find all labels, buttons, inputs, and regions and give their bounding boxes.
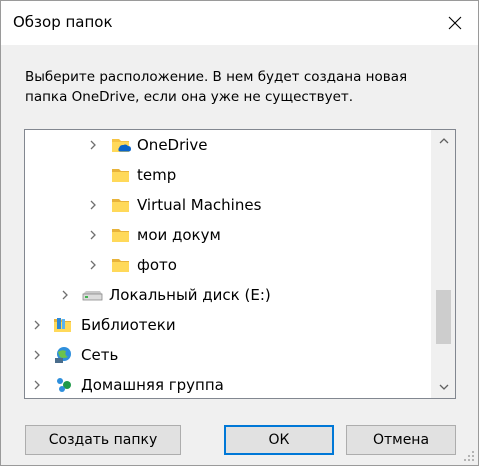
chevron-right-icon[interactable] xyxy=(87,229,99,241)
folder-icon xyxy=(111,196,133,214)
tree-item-my-documents[interactable]: мои докум xyxy=(25,220,431,250)
cancel-button[interactable]: Отмена xyxy=(346,425,456,455)
folder-tree-rows: OneDrive temp Virtual Machines мои докум… xyxy=(25,130,431,398)
scroll-thumb[interactable] xyxy=(436,290,451,344)
folder-icon xyxy=(111,256,133,274)
tree-item-label: Сеть xyxy=(81,346,119,364)
chevron-right-icon[interactable] xyxy=(31,349,43,361)
tree-item-local-disk-e[interactable]: Локальный диск (E:) xyxy=(25,280,431,310)
folder-icon xyxy=(111,166,133,184)
tree-item-label: Локальный диск (E:) xyxy=(109,286,271,304)
resize-grip-icon[interactable] xyxy=(463,450,475,462)
chevron-right-icon[interactable] xyxy=(87,139,99,151)
chevron-right-icon[interactable] xyxy=(87,199,99,211)
tree-item-label: OneDrive xyxy=(137,136,208,154)
chevron-right-icon[interactable] xyxy=(31,379,43,391)
chevron-right-icon[interactable] xyxy=(59,289,71,301)
title-bar: Обзор папок xyxy=(1,1,478,45)
make-new-folder-button[interactable]: Создать папку xyxy=(25,425,181,455)
folder-tree[interactable]: OneDrive temp Virtual Machines мои докум… xyxy=(24,129,456,399)
onedrive-folder-icon xyxy=(111,136,133,154)
close-button[interactable] xyxy=(432,1,478,45)
folder-icon xyxy=(111,226,133,244)
scroll-up-button[interactable] xyxy=(432,130,455,152)
tree-item-homegroup[interactable]: Домашняя группа xyxy=(25,370,431,398)
tree-item-network[interactable]: Сеть xyxy=(25,340,431,370)
chevron-right-icon[interactable] xyxy=(87,259,99,271)
tree-item-onedrive[interactable]: OneDrive xyxy=(25,130,431,160)
network-icon xyxy=(53,346,75,364)
tree-item-label: temp xyxy=(137,166,177,184)
browse-folders-dialog: Обзор папок Выберите расположение. В нем… xyxy=(0,0,479,466)
tree-item-virtual-machines[interactable]: Virtual Machines xyxy=(25,190,431,220)
chevron-right-icon[interactable] xyxy=(31,319,43,331)
homegroup-icon xyxy=(53,376,75,394)
tree-item-label: Библиотеки xyxy=(81,316,176,334)
vertical-scrollbar[interactable] xyxy=(431,130,455,398)
chevron-down-icon xyxy=(439,384,449,390)
scroll-down-button[interactable] xyxy=(432,376,455,398)
close-icon xyxy=(448,16,462,30)
tree-item-label: Домашняя группа xyxy=(81,376,224,394)
tree-item-label: Virtual Machines xyxy=(137,196,262,214)
libraries-icon xyxy=(53,316,75,334)
tree-item-label: мои докум xyxy=(137,226,221,244)
tree-item-libraries[interactable]: Библиотеки xyxy=(25,310,431,340)
window-title: Обзор папок xyxy=(13,13,113,31)
chevron-up-icon xyxy=(439,138,449,144)
dialog-description: Выберите расположение. В нем будет созда… xyxy=(25,69,408,105)
drive-icon xyxy=(81,286,103,304)
tree-item-photo[interactable]: фото xyxy=(25,250,431,280)
ok-button[interactable]: ОК xyxy=(224,425,334,455)
tree-item-temp[interactable]: temp xyxy=(25,160,431,190)
tree-item-label: фото xyxy=(137,256,177,274)
